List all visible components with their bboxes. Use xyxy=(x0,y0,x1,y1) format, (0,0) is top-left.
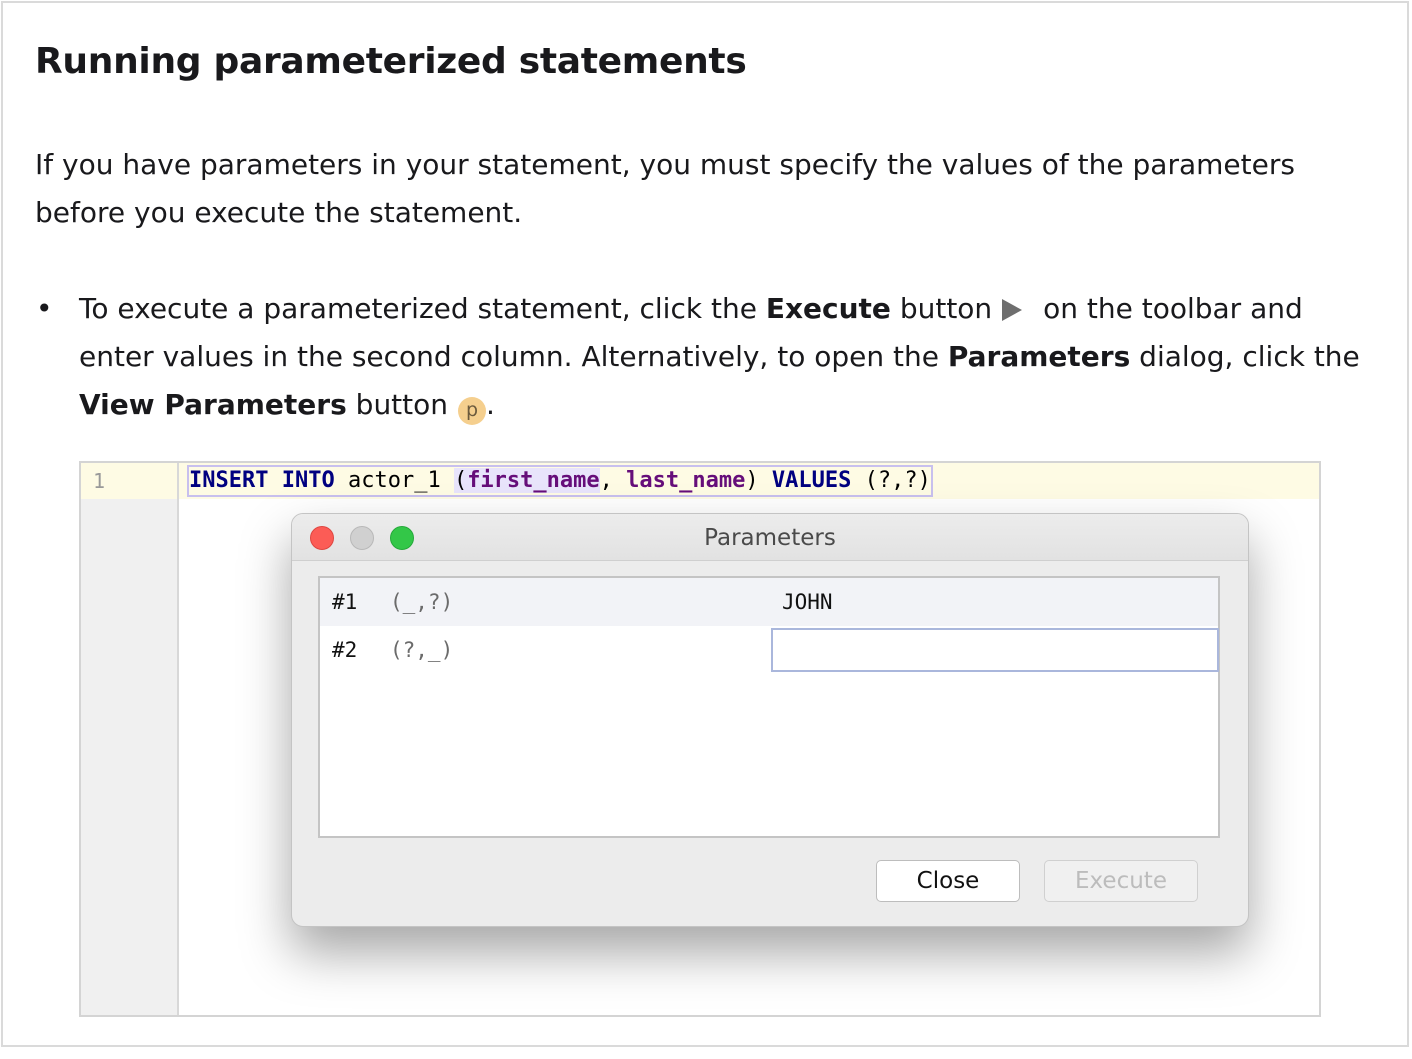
parameters-dialog: Parameters #1 (_,?) JOHN #2 (?,_) Close … xyxy=(291,513,1249,927)
dialog-title: Parameters xyxy=(704,525,836,551)
execute-term: Execute xyxy=(765,292,891,325)
view-parameters-icon: p xyxy=(458,397,487,425)
table-row[interactable]: #1 (_,?) JOHN xyxy=(320,578,1218,626)
sql-keyword: INSERT xyxy=(189,468,269,493)
line-number: 1 xyxy=(81,463,177,499)
doc-page: Running parameterized statements If you … xyxy=(1,1,1409,1047)
param-pattern: (?,_) xyxy=(390,638,454,662)
param-pattern: (_,?) xyxy=(390,590,454,614)
paren: ) xyxy=(745,468,759,493)
minimize-window-button[interactable] xyxy=(350,526,374,550)
param-value-input[interactable] xyxy=(771,628,1219,672)
comma: , xyxy=(599,468,613,493)
bullet-text: button xyxy=(890,292,993,325)
parameters-term: Parameters xyxy=(947,340,1131,373)
view-parameters-term: View Parameters xyxy=(79,388,347,421)
bullet-text: dialog, click the xyxy=(1130,340,1360,373)
close-window-button[interactable] xyxy=(310,526,334,550)
bullet-text: . xyxy=(486,388,495,421)
table-row[interactable]: #2 (?,_) xyxy=(320,626,1219,674)
zoom-window-button[interactable] xyxy=(390,526,414,550)
paren: ( xyxy=(453,468,468,493)
sql-keyword: VALUES xyxy=(771,468,852,493)
close-button[interactable]: Close xyxy=(876,860,1020,902)
param-number: #1 xyxy=(332,590,358,614)
placeholders: (?,?) xyxy=(864,468,931,493)
editor-gutter: 1 xyxy=(81,463,179,1015)
bullet-text: button xyxy=(346,388,449,421)
sql-keyword: INTO xyxy=(281,468,335,493)
play-icon xyxy=(1002,299,1023,321)
execute-button[interactable]: Execute xyxy=(1044,860,1198,902)
param-value[interactable]: JOHN xyxy=(782,578,833,626)
parameters-table: #1 (_,?) JOHN #2 (?,_) xyxy=(318,576,1220,838)
column-name: last_name xyxy=(626,468,746,493)
sql-statement[interactable]: INSERT INTO actor_1 (first_name, last_na… xyxy=(187,465,933,497)
column-list-highlight: (first_name xyxy=(453,468,600,493)
bullet-text: To execute a parameterized statement, cl… xyxy=(79,292,766,325)
column-name: first_name xyxy=(467,468,600,493)
table-name: actor_1 xyxy=(347,468,441,493)
param-number: #2 xyxy=(332,638,358,662)
dialog-titlebar[interactable]: Parameters xyxy=(292,514,1248,561)
page-title: Running parameterized statements xyxy=(35,41,747,82)
bullet-marker: • xyxy=(36,292,53,325)
bullet-item: To execute a parameterized statement, cl… xyxy=(79,285,1379,429)
intro-paragraph: If you have parameters in your statement… xyxy=(35,148,1295,229)
